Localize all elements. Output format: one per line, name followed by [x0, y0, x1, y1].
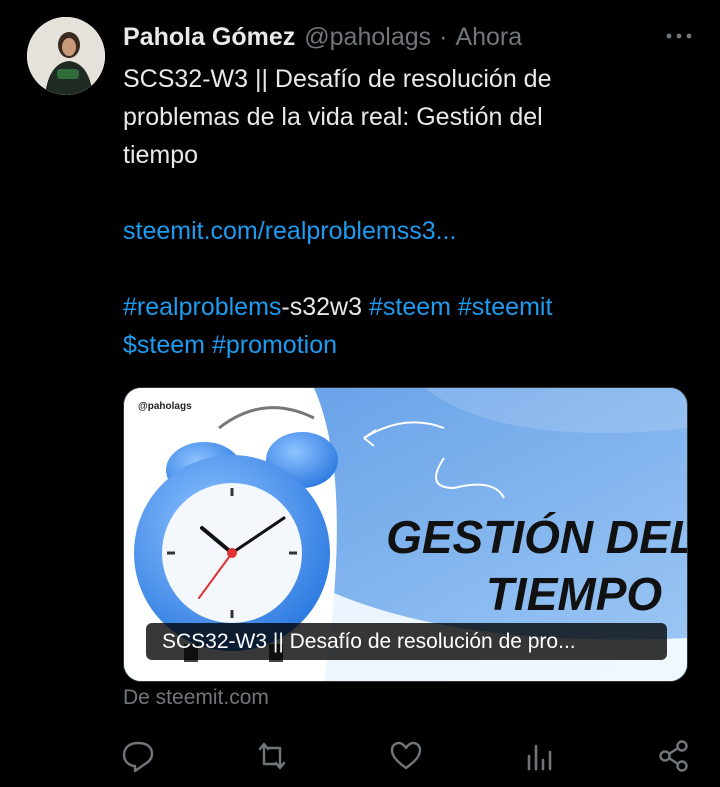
share-icon — [659, 740, 688, 772]
tweet-link[interactable]: steemit.com/realproblemss3... — [123, 217, 456, 245]
tweet-text: SCS32-W3 || Desafío de resolución de pro… — [123, 60, 683, 364]
separator-dot: · — [439, 22, 448, 51]
card-source[interactable]: De steemit.com — [123, 686, 269, 710]
cashtag-steem[interactable]: $steem — [123, 331, 205, 359]
more-horizontal-icon[interactable] — [664, 28, 694, 44]
retweet-icon — [258, 742, 286, 770]
tweet-action-bar — [0, 736, 720, 776]
hashtag-steemit[interactable]: #steemit — [458, 293, 552, 321]
tweet-text-line: tiempo — [123, 141, 199, 169]
author-name[interactable]: Pahola Gómez — [123, 23, 295, 52]
like-button[interactable] — [386, 736, 426, 776]
card-title: SCS32-W3 || Desafío de resolución de pro… — [146, 623, 667, 660]
hashtag-suffix: -s32w3 — [281, 293, 363, 321]
card-image-handle: @paholags — [138, 401, 192, 412]
avatar[interactable] — [27, 17, 105, 95]
tweet-header: Pahola Gómez @paholags · Ahora — [123, 20, 700, 54]
card-image-heading-1: GESTIÓN DEL — [386, 511, 688, 563]
hashtag-steem[interactable]: #steem — [369, 293, 451, 321]
hashtag-realproblems[interactable]: #realproblems — [123, 293, 281, 321]
author-handle[interactable]: @paholags — [304, 23, 431, 52]
views-button[interactable] — [520, 736, 560, 776]
card-image-heading-2: TIEMPO — [486, 568, 663, 620]
heart-icon — [390, 741, 422, 770]
share-button[interactable] — [654, 736, 694, 776]
tweet-text-line: problemas de la vida real: Gestión del — [123, 103, 543, 131]
retweet-button[interactable] — [252, 736, 292, 776]
hashtag-promotion[interactable]: #promotion — [212, 331, 337, 359]
views-icon — [527, 744, 552, 771]
tweet-timestamp[interactable]: Ahora — [455, 23, 522, 52]
tweet-text-line: SCS32-W3 || Desafío de resolución de — [123, 65, 552, 93]
avatar-image — [27, 17, 105, 95]
link-preview-card[interactable]: GESTIÓN DEL TIEMPO @paholags SCS32-W3 ||… — [123, 387, 688, 682]
reply-button[interactable] — [118, 736, 158, 776]
reply-icon — [122, 741, 154, 773]
